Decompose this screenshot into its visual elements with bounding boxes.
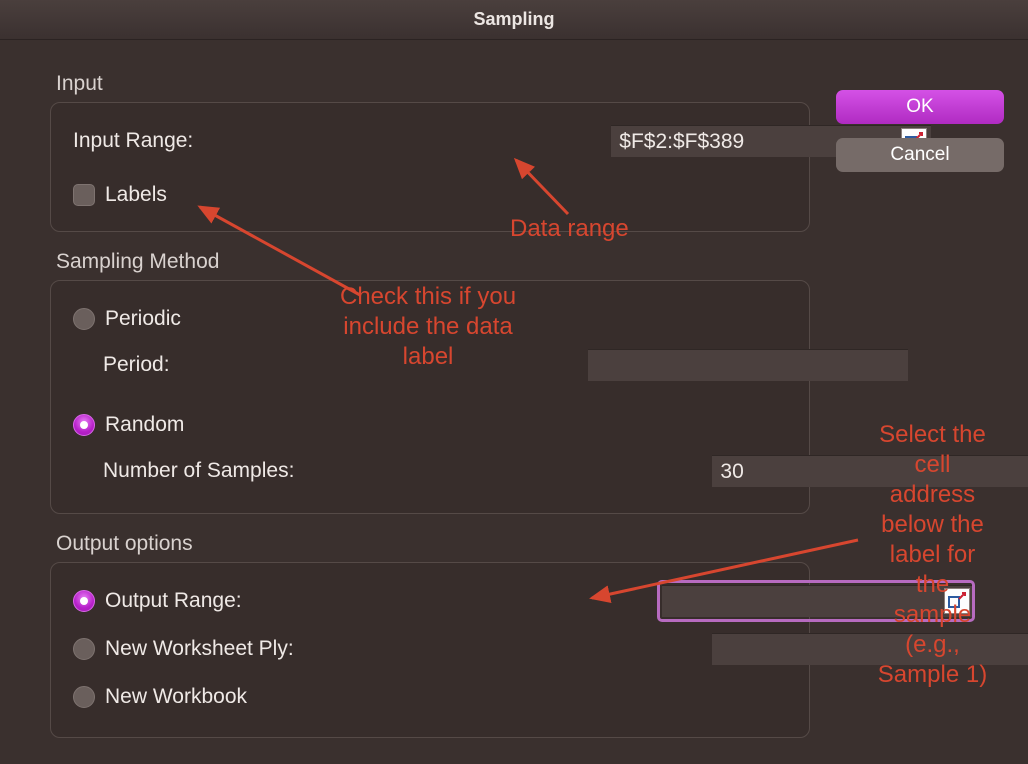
samples-label: Number of Samples:	[103, 459, 294, 483]
dialog-body: Input Input Range: Labels Sampling Metho…	[0, 40, 1028, 764]
samples-field[interactable]	[712, 455, 1028, 487]
ok-button[interactable]: OK	[836, 90, 1004, 124]
method-section-heading: Sampling Method	[56, 250, 810, 274]
output-range-label: Output Range:	[105, 589, 242, 613]
random-radio-label: Random	[105, 413, 184, 437]
labels-checkbox[interactable]	[73, 184, 95, 206]
cancel-button[interactable]: Cancel	[836, 138, 1004, 172]
new-workbook-radio[interactable]	[73, 686, 95, 708]
labels-checkbox-label: Labels	[105, 183, 167, 207]
new-worksheet-radio[interactable]	[73, 638, 95, 660]
input-panel: Input Range: Labels	[50, 102, 810, 232]
dialog-titlebar: Sampling	[0, 0, 1028, 40]
method-panel: Periodic Period: Random Number of Sample…	[50, 280, 810, 514]
input-range-label: Input Range:	[73, 129, 193, 153]
periodic-radio-label: Periodic	[105, 307, 181, 331]
period-field[interactable]	[588, 349, 908, 381]
periodic-radio[interactable]	[73, 308, 95, 330]
new-workbook-label: New Workbook	[105, 685, 247, 709]
input-section-heading: Input	[56, 72, 810, 96]
output-section-heading: Output options	[56, 532, 810, 556]
random-radio[interactable]	[73, 414, 95, 436]
new-worksheet-field[interactable]	[712, 633, 1028, 665]
output-range-radio[interactable]	[73, 590, 95, 612]
range-selector-icon[interactable]	[944, 588, 970, 614]
new-worksheet-label: New Worksheet Ply:	[105, 637, 294, 661]
output-panel: Output Range: New Worksheet Ply: New Wor…	[50, 562, 810, 738]
dialog-title: Sampling	[473, 9, 554, 30]
period-label: Period:	[103, 353, 170, 377]
output-range-field[interactable]	[662, 585, 974, 617]
